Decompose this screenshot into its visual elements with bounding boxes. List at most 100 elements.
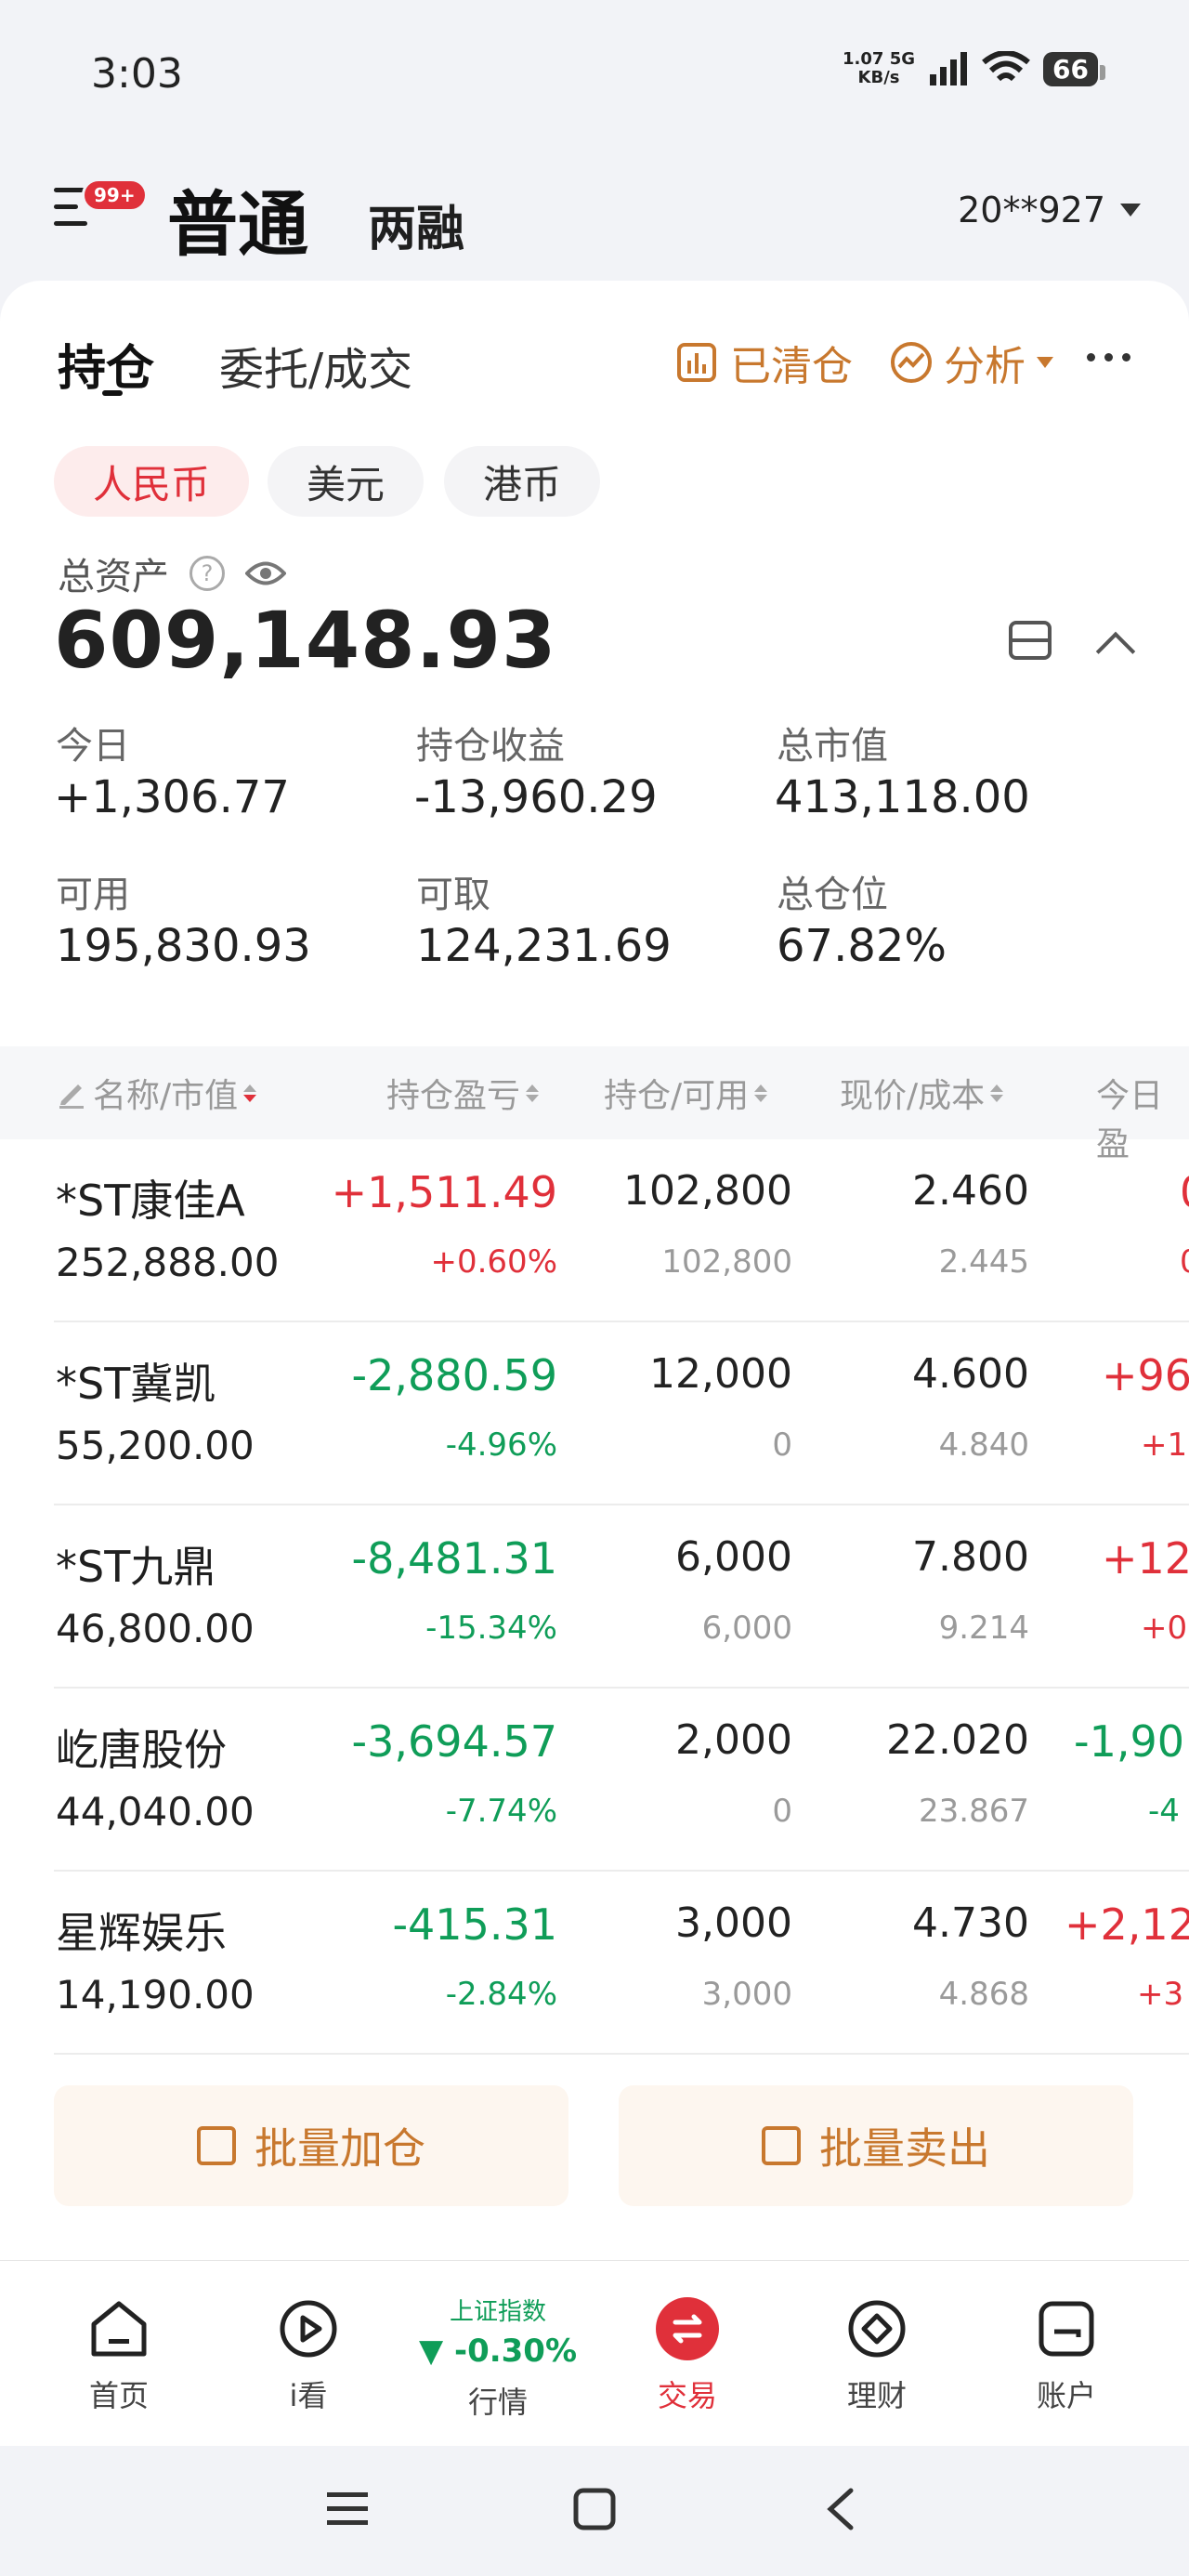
nav-market[interactable]: 上证指数 ▼ -0.30% 行情 bbox=[405, 2261, 591, 2447]
more-icon[interactable] bbox=[1087, 353, 1130, 361]
chevron-down-icon bbox=[1037, 357, 1053, 368]
stock-today-pct: 0 bbox=[1180, 1243, 1189, 1281]
total-assets-value: 609,148.93 bbox=[54, 595, 557, 686]
bulk-sell-button[interactable]: 批量卖出 bbox=[619, 2085, 1133, 2206]
stock-market-value: 14,190.00 bbox=[56, 1972, 255, 2017]
stock-hold: 2,000 bbox=[675, 1716, 792, 1764]
nav-wealth[interactable]: 理财 bbox=[784, 2261, 970, 2447]
status-time: 3:03 bbox=[91, 50, 183, 98]
stock-cost: 23.867 bbox=[919, 1793, 1029, 1830]
stock-available: 3,000 bbox=[701, 1976, 792, 2013]
stock-cost: 2.445 bbox=[938, 1243, 1029, 1281]
battery-icon: 66 bbox=[1043, 51, 1105, 86]
stock-name: *ST冀凯 bbox=[56, 1359, 216, 1409]
column-name-mv[interactable]: 名称/市值 bbox=[56, 1069, 257, 1117]
net-speed: 1.07 5G KB/s bbox=[843, 49, 916, 87]
stock-today-pct: +1 bbox=[1141, 1426, 1188, 1464]
stock-today-pct: -4 bbox=[1148, 1793, 1180, 1830]
stock-today-pl: 0 bbox=[1180, 1167, 1189, 1217]
table-row[interactable]: *ST冀凯 55,200.00 -2,880.59 -4.96% 12,000 … bbox=[0, 1322, 1189, 1505]
chevron-down-icon bbox=[1120, 204, 1141, 217]
signal-icon bbox=[930, 52, 968, 85]
bulk-sell-icon bbox=[762, 2126, 801, 2165]
currency-usd[interactable]: 美元 bbox=[268, 446, 424, 517]
system-nav-bar bbox=[0, 2446, 1189, 2576]
table-row[interactable]: *ST康佳A 252,888.00 +1,511.49 +0.60% 102,8… bbox=[0, 1139, 1189, 1322]
nav-trade[interactable]: 交易 bbox=[594, 2261, 780, 2447]
stat-withdrawable-label: 可取 bbox=[416, 874, 490, 916]
recents-icon[interactable] bbox=[325, 2489, 370, 2530]
column-position-pl[interactable]: 持仓盈亏 bbox=[386, 1069, 540, 1117]
stock-hold: 12,000 bbox=[649, 1350, 792, 1398]
stock-pl: -3,694.57 bbox=[351, 1716, 557, 1767]
index-name: 上证指数 bbox=[449, 2298, 546, 2326]
cleared-positions-button[interactable]: 已清仓 bbox=[676, 333, 853, 392]
stock-hold: 3,000 bbox=[675, 1899, 792, 1947]
analysis-button[interactable]: 分析 bbox=[890, 333, 1053, 392]
sort-icon bbox=[990, 1084, 1004, 1102]
table-row[interactable]: *ST九鼎 46,800.00 -8,481.31 -15.34% 6,000 … bbox=[0, 1505, 1189, 1689]
stock-pl-pct: -4.96% bbox=[445, 1426, 557, 1464]
eye-icon[interactable] bbox=[245, 559, 286, 587]
column-hold-available[interactable]: 持仓/可用 bbox=[604, 1069, 768, 1117]
column-price-cost[interactable]: 现价/成本 bbox=[840, 1069, 1004, 1117]
nav-watch[interactable]: i看 bbox=[216, 2261, 401, 2447]
nav-account[interactable]: 账户 bbox=[973, 2261, 1159, 2447]
stat-withdrawable-value: 124,231.69 bbox=[416, 920, 672, 972]
currency-cny[interactable]: 人民币 bbox=[54, 446, 249, 517]
stock-name: *ST九鼎 bbox=[56, 1542, 216, 1592]
tab-orders[interactable]: 委托/成交 bbox=[219, 333, 412, 398]
sort-icon bbox=[526, 1084, 540, 1102]
notification-badge: 99+ bbox=[82, 178, 148, 212]
stock-hold: 6,000 bbox=[675, 1533, 792, 1581]
account-icon bbox=[1034, 2296, 1099, 2361]
stock-pl: -2,880.59 bbox=[351, 1350, 557, 1400]
account-selector[interactable]: 20**927 bbox=[958, 190, 1141, 230]
back-icon[interactable] bbox=[821, 2487, 858, 2531]
stock-price: 2.460 bbox=[912, 1167, 1029, 1215]
currency-hkd[interactable]: 港币 bbox=[444, 446, 600, 517]
stock-price: 7.800 bbox=[912, 1533, 1029, 1581]
table-row[interactable]: 屹唐股份 44,040.00 -3,694.57 -7.74% 2,000 0 … bbox=[0, 1689, 1189, 1872]
account-type-normal[interactable]: 普通 bbox=[167, 167, 308, 269]
list-view-icon[interactable] bbox=[1009, 621, 1052, 660]
bottom-nav: 首页 i看 上证指数 ▼ -0.30% 行情 交易 理财 账户 bbox=[0, 2260, 1189, 2446]
stock-price: 22.020 bbox=[886, 1716, 1029, 1764]
status-icons: 1.07 5G KB/s 66 bbox=[843, 49, 1105, 87]
stock-pl-pct: -15.34% bbox=[425, 1610, 557, 1647]
stock-today-pl: +960 bbox=[1102, 1350, 1189, 1400]
stock-pl-pct: +0.60% bbox=[430, 1243, 558, 1281]
stock-pl: -8,481.31 bbox=[351, 1533, 557, 1584]
home-button-icon[interactable] bbox=[572, 2487, 617, 2531]
stat-position-ratio-value: 67.82% bbox=[777, 920, 947, 972]
stat-position-ratio-label: 总仓位 bbox=[777, 874, 888, 916]
stock-name: 屹唐股份 bbox=[56, 1725, 227, 1775]
table-row[interactable]: 星辉娱乐 14,190.00 -415.31 -2.84% 3,000 3,00… bbox=[0, 1872, 1189, 2055]
bulk-add-icon bbox=[197, 2126, 236, 2165]
stock-available: 6,000 bbox=[701, 1610, 792, 1647]
stock-price: 4.600 bbox=[912, 1350, 1029, 1398]
trend-icon bbox=[891, 342, 932, 383]
stock-price: 4.730 bbox=[912, 1899, 1029, 1947]
nav-home[interactable]: 首页 bbox=[26, 2261, 212, 2447]
tab-positions[interactable]: 持仓 bbox=[58, 329, 154, 399]
stock-name: 星辉娱乐 bbox=[56, 1908, 227, 1958]
stock-available: 0 bbox=[772, 1793, 792, 1830]
home-icon bbox=[86, 2296, 151, 2361]
wifi-icon bbox=[982, 51, 1030, 82]
sort-icon bbox=[243, 1084, 257, 1102]
stock-market-value: 44,040.00 bbox=[56, 1789, 255, 1834]
stock-today-pct: +3 bbox=[1137, 1976, 1184, 2013]
help-icon[interactable]: ? bbox=[189, 556, 225, 591]
wealth-icon bbox=[844, 2296, 909, 2361]
stock-pl: -415.31 bbox=[392, 1899, 557, 1950]
stock-pl-pct: -2.84% bbox=[445, 1976, 557, 2013]
edit-icon bbox=[59, 1084, 84, 1109]
stock-cost: 9.214 bbox=[938, 1610, 1029, 1647]
stat-position-pl-value: -13,960.29 bbox=[414, 771, 658, 823]
stat-today-label: 今日 bbox=[56, 725, 130, 768]
bulk-add-button[interactable]: 批量加仓 bbox=[54, 2085, 568, 2206]
stock-today-pl: +120 bbox=[1102, 1533, 1189, 1584]
account-type-margin[interactable]: 两融 bbox=[368, 190, 464, 259]
stock-pl-pct: -7.74% bbox=[445, 1793, 557, 1830]
